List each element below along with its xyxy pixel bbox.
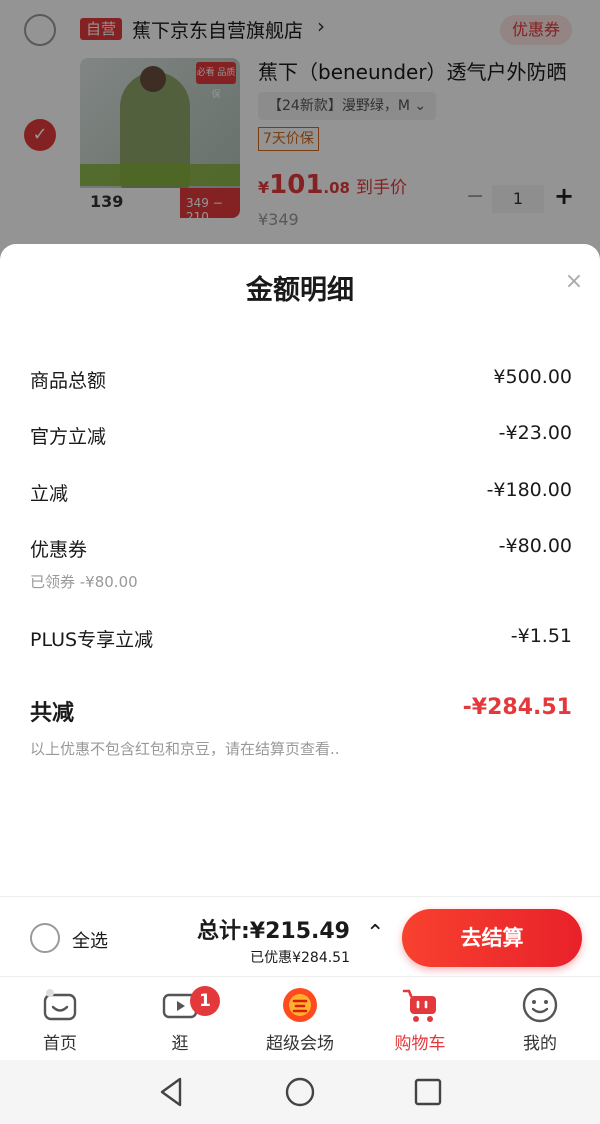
recents-icon[interactable] — [410, 1074, 446, 1110]
tab-label: 购物车 — [394, 1034, 446, 1054]
tab-label: 首页 — [43, 1034, 77, 1054]
row-value: -¥23.00 — [498, 422, 572, 444]
notification-badge: 1 — [190, 986, 220, 1016]
total-discount-value: -¥284.51 — [462, 695, 572, 720]
checkout-button[interactable]: 去结算 — [402, 909, 582, 967]
detail-row: 立减 -¥180.00 — [30, 479, 572, 509]
tab-home[interactable]: 首页 — [0, 977, 120, 1061]
select-all-label[interactable]: 全选 — [72, 927, 108, 953]
super-venue-icon — [283, 988, 317, 1022]
system-navigation-bar — [0, 1060, 600, 1124]
modal-overlay[interactable] — [0, 0, 600, 260]
row-label: 立减 — [30, 483, 69, 505]
tab-label: 超级会场 — [266, 1034, 334, 1054]
tab-browse[interactable]: 逛 — [120, 977, 240, 1061]
bottom-tab-bar: 首页 逛 超级会场 购物车 我的 — [0, 976, 600, 1060]
row-label: 官方立减 — [30, 426, 107, 448]
sheet-title: 金额明细 — [246, 275, 354, 306]
detail-row: 官方立减 -¥23.00 — [30, 422, 572, 452]
profile-icon — [522, 987, 558, 1023]
row-label: PLUS专享立减 — [30, 629, 154, 651]
cart-icon — [402, 989, 436, 1022]
back-icon[interactable] — [154, 1074, 190, 1110]
detail-row: PLUS专享立减 -¥1.51 — [30, 625, 572, 655]
tab-label: 我的 — [523, 1034, 557, 1054]
home-icon — [43, 989, 77, 1021]
total-discount-label: 共减 — [30, 701, 75, 726]
tab-super-venue[interactable]: 超级会场 — [240, 977, 360, 1061]
discount-note: 以上优惠不包含红包和京豆，请在结算页查看.. — [30, 740, 340, 758]
row-value: -¥1.51 — [510, 625, 572, 647]
tab-cart[interactable]: 购物车 — [360, 977, 480, 1061]
close-icon[interactable]: × — [562, 270, 586, 294]
tab-label: 逛 — [171, 1034, 189, 1054]
row-value: ¥500.00 — [493, 366, 572, 388]
detail-row: 优惠券 -¥80.00 — [30, 535, 572, 565]
total-discount-row: 共减 -¥284.51 — [30, 695, 572, 726]
home-circle-icon[interactable] — [282, 1074, 318, 1110]
row-label: 优惠券 — [30, 539, 88, 561]
amount-detail-sheet: 金额明细 × 商品总额 ¥500.00 官方立减 -¥23.00 立减 -¥18… — [0, 244, 600, 896]
total-amount: 总计:¥215.49 — [196, 919, 350, 944]
row-label: 商品总额 — [30, 370, 107, 392]
chevron-up-icon[interactable]: ⌃ — [366, 921, 384, 946]
row-value: -¥180.00 — [486, 479, 572, 501]
tab-profile[interactable]: 我的 — [480, 977, 600, 1061]
coupon-claimed-note: 已领券 -¥80.00 — [30, 573, 138, 591]
detail-row: 商品总额 ¥500.00 — [30, 366, 572, 396]
select-all-radio[interactable] — [30, 923, 60, 953]
checkout-bar: 全选 总计:¥215.49 已优惠¥284.51 ⌃ 去结算 — [0, 896, 600, 976]
row-value: -¥80.00 — [498, 535, 572, 557]
saved-amount: 已优惠¥284.51 — [250, 950, 350, 966]
